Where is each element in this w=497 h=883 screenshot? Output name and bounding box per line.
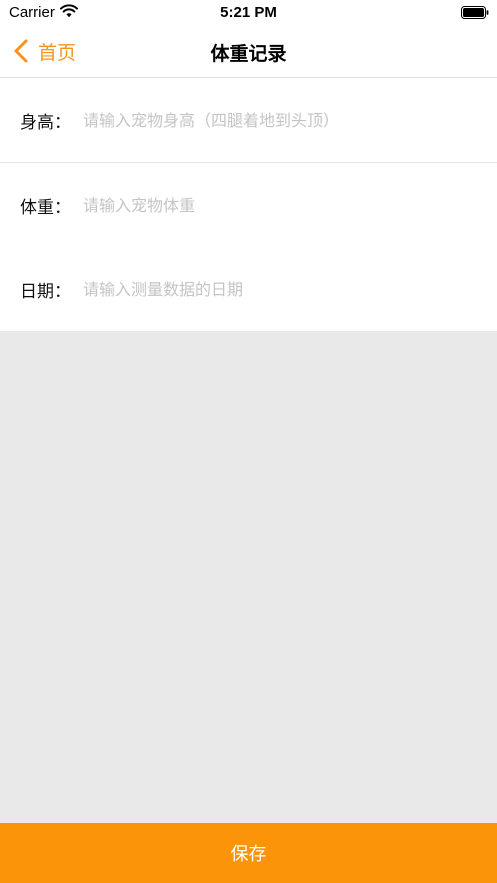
- page-title: 体重记录: [210, 43, 287, 65]
- height-row: 身高：: [0, 78, 497, 163]
- navigation-bar: 首页 体重记录: [0, 26, 497, 78]
- status-time: 5:21 PM: [220, 4, 277, 21]
- height-label: 身高：: [20, 112, 71, 133]
- weight-row: 体重：: [0, 163, 497, 247]
- weight-record-form: 身高： 体重： 日期：: [0, 78, 497, 331]
- battery-icon: [461, 6, 489, 19]
- weight-label: 体重：: [20, 197, 71, 218]
- date-input[interactable]: [78, 273, 483, 305]
- save-button[interactable]: 保存: [0, 823, 497, 883]
- date-label: 日期：: [20, 281, 71, 302]
- height-input[interactable]: [78, 104, 483, 136]
- status-bar: Carrier 5:21 PM: [0, 0, 497, 26]
- date-row: 日期：: [0, 247, 497, 331]
- weight-input[interactable]: [78, 189, 483, 221]
